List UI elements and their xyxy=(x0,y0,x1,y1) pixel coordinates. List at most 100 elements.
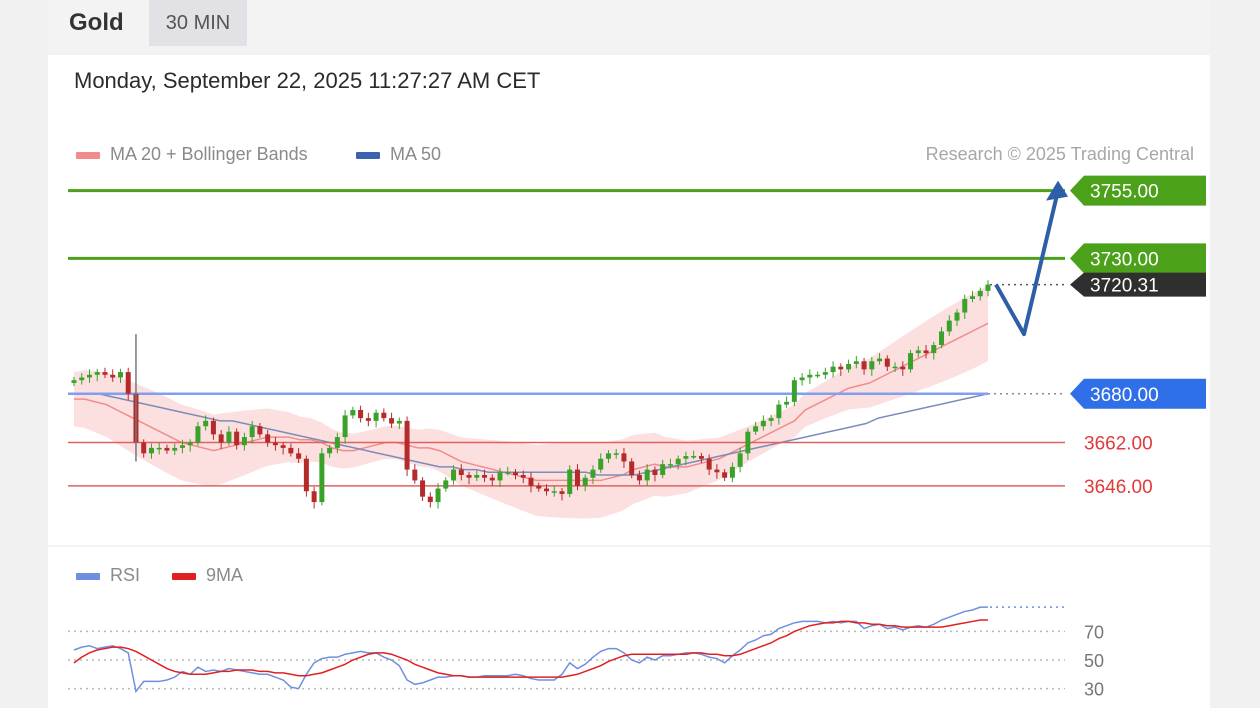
candle-body xyxy=(574,469,580,486)
candle-body xyxy=(373,412,379,421)
candle-body xyxy=(466,475,472,478)
candle-body xyxy=(590,469,596,478)
candle-body xyxy=(691,456,697,458)
rsi-tick-label: 50 xyxy=(1084,651,1104,671)
chart-card: Gold 30 MIN Monday, September 22, 2025 1… xyxy=(48,0,1210,708)
candle-body xyxy=(830,366,836,373)
candle-body xyxy=(110,374,116,378)
candle-body xyxy=(737,453,743,467)
candle-body xyxy=(156,447,162,450)
candle-body xyxy=(451,469,457,481)
candle-body xyxy=(962,298,968,313)
candle-body xyxy=(915,350,921,354)
candle-body xyxy=(148,447,154,454)
candle-body xyxy=(753,426,759,432)
candle-body xyxy=(458,469,464,475)
candle-body xyxy=(745,431,751,454)
candle-body xyxy=(79,377,85,381)
projection-arrow xyxy=(994,190,1060,337)
candle-body xyxy=(660,464,666,475)
candle-body xyxy=(513,472,519,475)
rsi-tick-label: 70 xyxy=(1084,622,1104,642)
candle-body xyxy=(350,410,356,416)
candle-body xyxy=(815,374,821,377)
rsi-line xyxy=(73,606,988,694)
candle-body xyxy=(389,418,395,424)
candle-body xyxy=(722,472,728,478)
candle-body xyxy=(908,353,914,370)
candle-body xyxy=(822,372,828,375)
candle-body xyxy=(125,372,131,394)
candle-body xyxy=(334,437,340,448)
candle-body xyxy=(420,480,426,497)
candle-body xyxy=(977,290,983,297)
candle-body xyxy=(776,404,782,419)
candle-body xyxy=(319,453,325,503)
candle-body xyxy=(528,477,534,486)
candle-body xyxy=(598,458,604,470)
candle-body xyxy=(505,472,511,474)
candle-body xyxy=(474,475,480,478)
candle-body xyxy=(807,374,813,378)
candle-body xyxy=(520,475,526,478)
candle-body xyxy=(683,456,689,459)
candle-body xyxy=(482,475,488,478)
candle-body xyxy=(675,458,681,465)
candle-body xyxy=(706,458,712,470)
candle-body xyxy=(164,447,170,451)
candle-body xyxy=(427,496,433,503)
candle-body xyxy=(613,453,619,455)
candle-body xyxy=(257,426,263,435)
support-level-label: 3662.00 xyxy=(1084,434,1153,455)
candle-body xyxy=(567,469,573,494)
candle-body xyxy=(629,461,635,475)
candle-body xyxy=(652,469,658,475)
candle-body xyxy=(412,469,418,481)
candle-body xyxy=(931,345,937,354)
candle-body xyxy=(543,488,549,492)
candle-body xyxy=(985,284,991,291)
candle-body xyxy=(187,442,193,446)
candle-body xyxy=(241,437,247,446)
candle-body xyxy=(939,331,945,345)
candle-body xyxy=(71,380,77,383)
candle-body xyxy=(784,401,790,405)
candle-body xyxy=(970,296,976,299)
candle-body xyxy=(234,431,240,446)
candle-body xyxy=(838,366,844,370)
candle-body xyxy=(923,350,929,354)
candle-body xyxy=(582,477,588,486)
candle-body xyxy=(381,412,387,419)
candle-body xyxy=(265,434,271,443)
candle-body xyxy=(869,361,875,370)
candle-body xyxy=(365,418,371,421)
candle-body xyxy=(117,372,123,378)
support-level-label: 3646.00 xyxy=(1084,477,1153,498)
rsi-9ma-line xyxy=(73,619,988,678)
candle-body xyxy=(884,358,890,367)
candle-body xyxy=(296,453,302,459)
candle-body xyxy=(288,447,294,454)
candle-body xyxy=(946,320,952,332)
candle-body xyxy=(768,418,774,421)
resistance-level-label: 3730.00 xyxy=(1090,249,1159,270)
candle-body xyxy=(303,458,309,492)
candle-body xyxy=(342,415,348,438)
candle-body xyxy=(226,431,232,443)
candle-body xyxy=(760,420,766,427)
candle-body xyxy=(698,456,704,459)
candle-body xyxy=(311,491,317,503)
candle-body xyxy=(443,480,449,489)
candle-body xyxy=(327,447,333,454)
candle-body xyxy=(729,466,735,478)
candle-body xyxy=(94,372,100,375)
candle-body xyxy=(435,488,441,503)
candle-body xyxy=(900,366,906,370)
candle-body xyxy=(846,363,852,370)
candle-body xyxy=(195,426,201,443)
candle-body xyxy=(489,477,495,481)
candle-body xyxy=(621,453,627,462)
price-chart: 3755.00 3730.00 3720.31 3680.00 3662.00 3646.… xyxy=(48,175,1210,700)
candle-body xyxy=(86,374,92,378)
candle-body xyxy=(172,447,178,451)
